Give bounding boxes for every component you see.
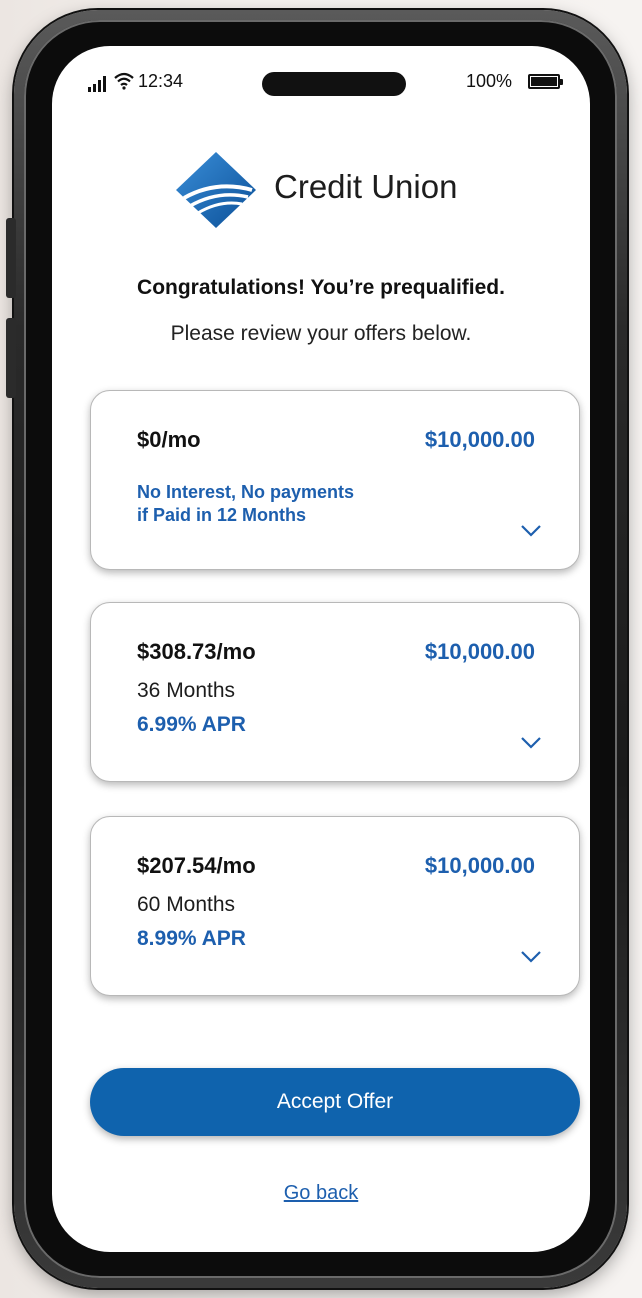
- offer-promo: No Interest, No payments if Paid in 12 M…: [137, 481, 354, 527]
- offer-card-2[interactable]: $308.73/mo $10,000.00 36 Months 6.99% AP…: [90, 602, 580, 782]
- offer-promo-line1: No Interest, No payments: [137, 482, 355, 502]
- offer-term: 36 Months: [137, 679, 236, 702]
- page-subtitle: Please review your offers below.: [170, 322, 472, 345]
- offer-promo-line2: if Paid in 12 Months: [137, 505, 307, 525]
- offer-monthly-payment: $308.73/mo: [137, 639, 256, 664]
- offer-loan-amount: $10,000.00: [424, 853, 535, 878]
- chevron-down-icon[interactable]: [521, 525, 541, 537]
- brand-name: Credit Union: [274, 168, 458, 205]
- offer-card-1[interactable]: $0/mo $10,000.00 No Interest, No payment…: [90, 390, 580, 570]
- volume-up-button: [6, 218, 16, 298]
- phone-screen: 12:34 100% Credit Union Congratulations!…: [52, 46, 590, 1252]
- signal-icon: [88, 76, 106, 92]
- battery-percent: 100%: [466, 71, 513, 91]
- chevron-down-icon[interactable]: [521, 951, 541, 963]
- page-title: Congratulations! You’re prequalified.: [137, 276, 505, 299]
- brand-header: Credit Union: [174, 150, 494, 228]
- offer-loan-amount: $10,000.00: [424, 427, 535, 452]
- offer-loan-amount: $10,000.00: [424, 639, 535, 664]
- offer-apr: 8.99% APR: [137, 927, 246, 950]
- battery-icon: [528, 74, 563, 89]
- status-bar: 12:34 100%: [52, 46, 590, 126]
- chevron-down-icon[interactable]: [521, 737, 541, 749]
- speaker-notch: [262, 72, 406, 96]
- status-time: 12:34: [138, 71, 184, 91]
- accept-offer-button[interactable]: Accept Offer: [90, 1068, 580, 1136]
- wifi-icon: [114, 72, 134, 90]
- volume-down-button: [6, 318, 16, 398]
- go-back-link[interactable]: Go back: [52, 1182, 590, 1205]
- offer-monthly-payment: $0/mo: [137, 427, 201, 452]
- offer-card-3[interactable]: $207.54/mo $10,000.00 60 Months 8.99% AP…: [90, 816, 580, 996]
- offer-term: 60 Months: [137, 893, 236, 916]
- offer-monthly-payment: $207.54/mo: [137, 853, 256, 878]
- credit-union-logo: [176, 152, 256, 228]
- offer-apr: 6.99% APR: [137, 713, 246, 736]
